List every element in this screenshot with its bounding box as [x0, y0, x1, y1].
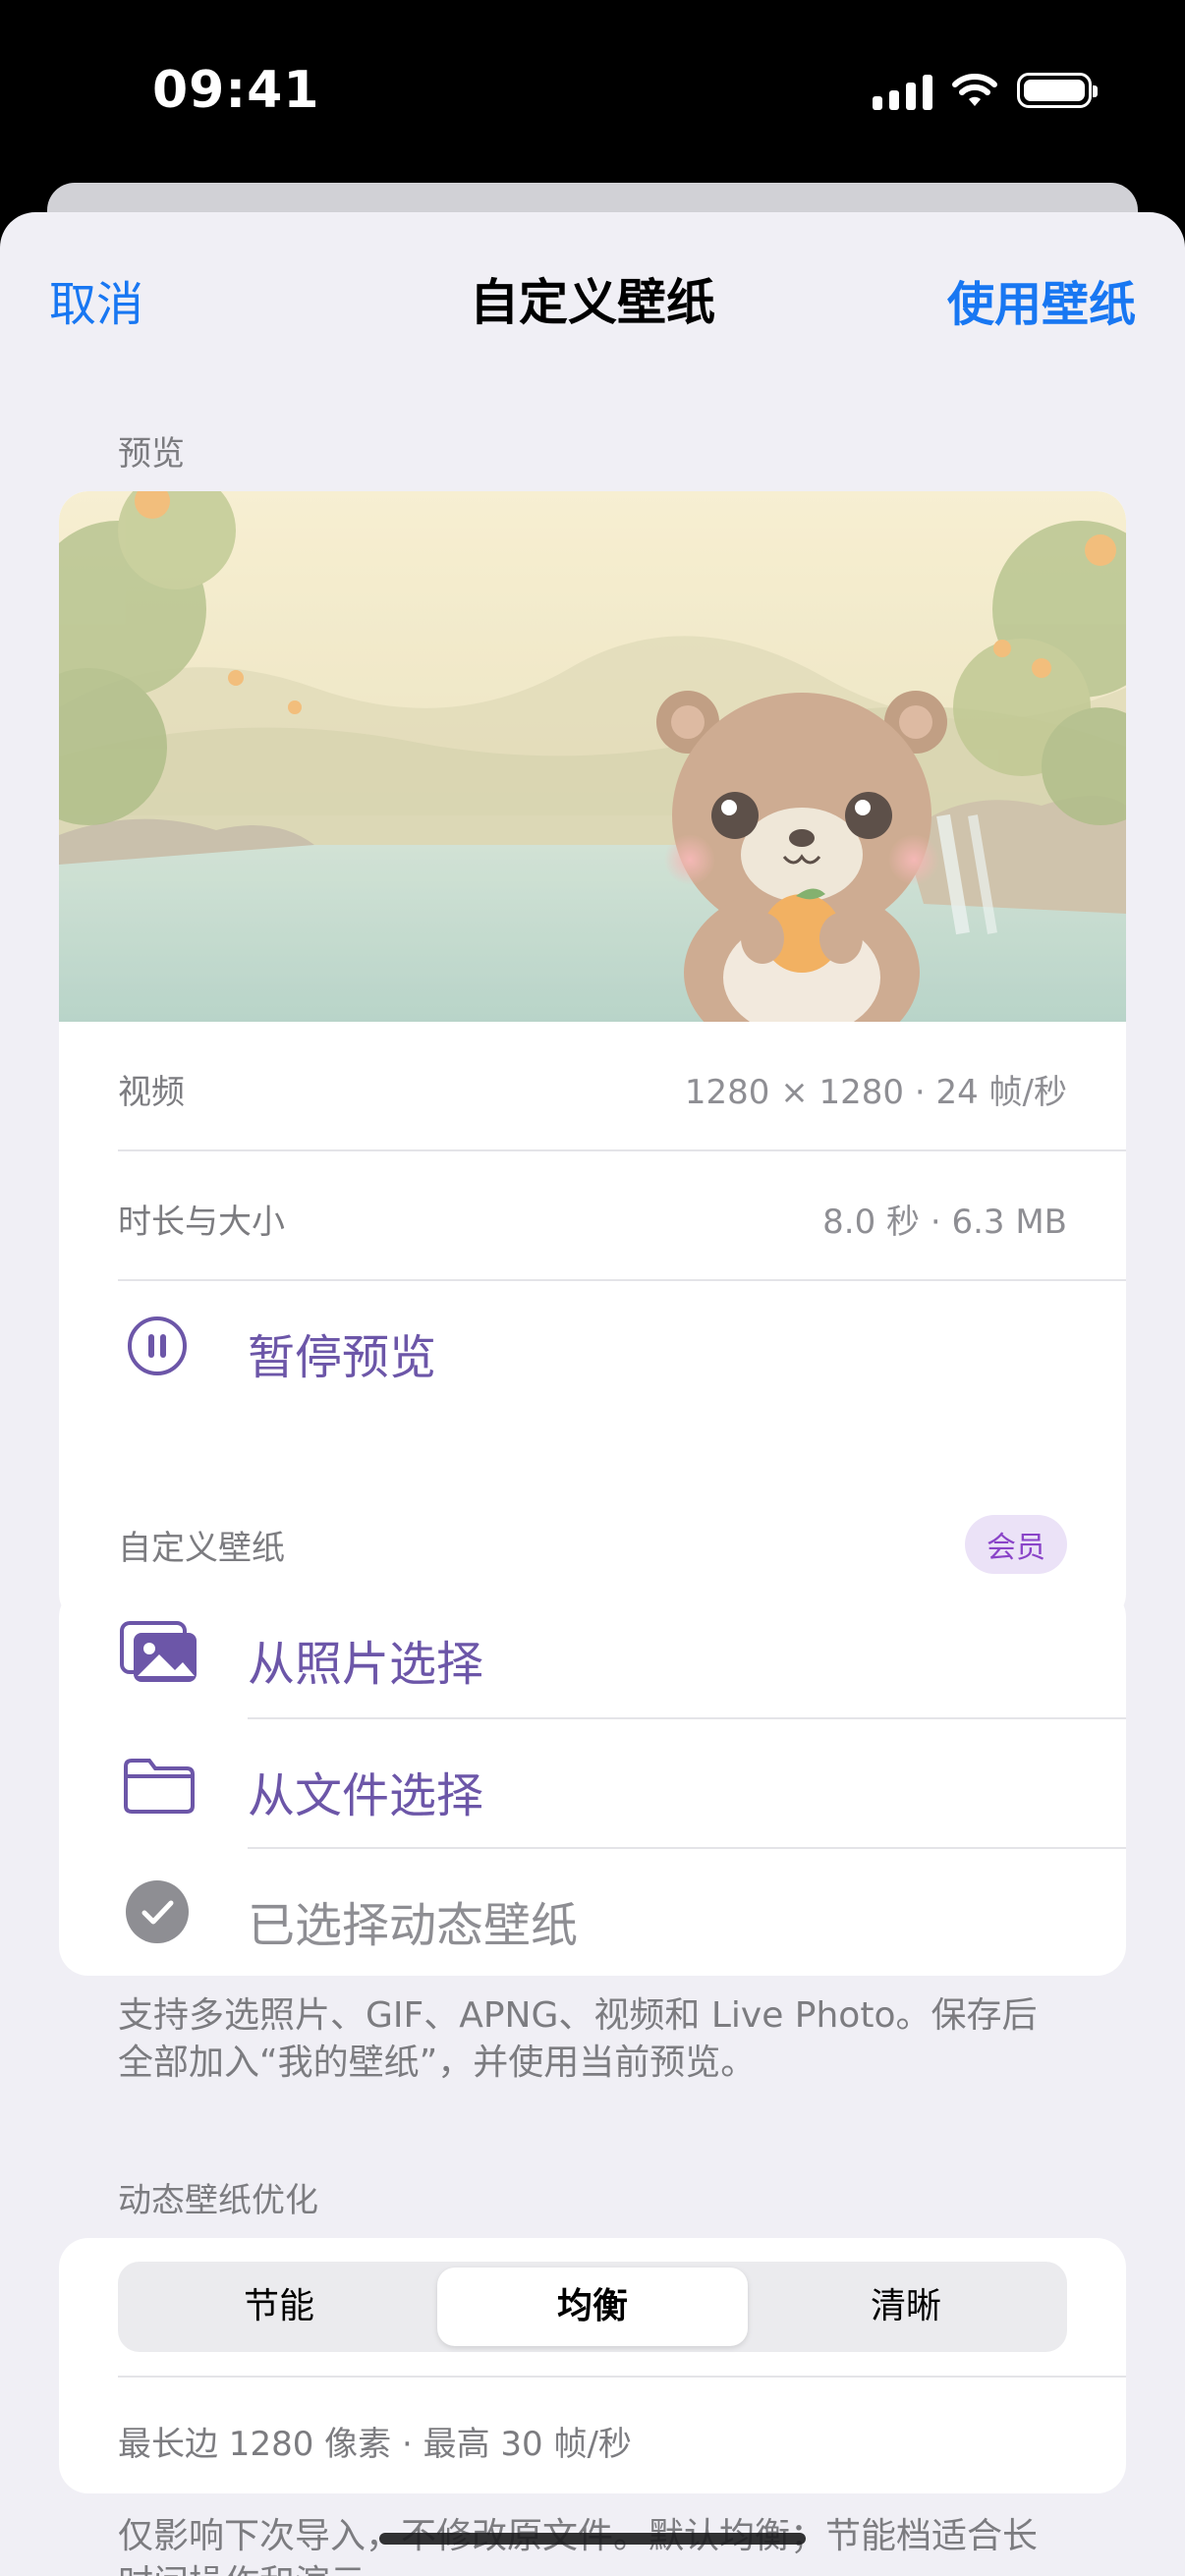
custom-wallpaper-sheet: 取消 自定义壁纸 使用壁纸 预览 视频 1280 × 1280 · 24 帧/秒… — [0, 212, 1185, 2576]
home-indicator — [379, 2533, 806, 2545]
optimize-card: 节能 均衡 清晰 最长边 1280 像素 · 最高 30 帧/秒 — [59, 2238, 1126, 2493]
status-icons — [873, 71, 1098, 110]
optimize-info: 最长边 1280 像素 · 最高 30 帧/秒 — [118, 2425, 632, 2464]
quality-segmented-control: 节能 均衡 清晰 — [118, 2262, 1067, 2352]
video-info-row: 视频 1280 × 1280 · 24 帧/秒 — [59, 1022, 1126, 1149]
preview-card: 视频 1280 × 1280 · 24 帧/秒 时长与大小 8.0 秒 · 6.… — [59, 491, 1126, 1623]
pause-preview-label: 暂停预览 — [248, 1330, 437, 1385]
photos-icon — [120, 1621, 197, 1682]
use-wallpaper-button[interactable]: 使用壁纸 — [947, 265, 1136, 334]
video-label: 视频 — [118, 1073, 185, 1112]
cellular-signal-icon — [873, 71, 932, 110]
selected-dynamic-wallpaper-row: 已选择动态壁纸 — [59, 1849, 1126, 1976]
choose-from-photos-label: 从照片选择 — [248, 1637, 484, 1692]
battery-icon — [1017, 73, 1098, 108]
choose-from-files-row[interactable]: 从文件选择 — [59, 1719, 1126, 1847]
pause-circle-icon — [128, 1316, 187, 1375]
checkmark-circle-icon — [126, 1880, 189, 1943]
duration-info-row: 时长与大小 8.0 秒 · 6.3 MB — [59, 1151, 1126, 1279]
custom-section-label: 自定义壁纸 — [118, 1529, 285, 1568]
duration-label: 时长与大小 — [118, 1203, 285, 1242]
divider — [118, 2376, 1126, 2378]
choose-from-photos-row[interactable]: 从照片选择 — [59, 1588, 1126, 1717]
preview-section-label: 预览 — [118, 434, 185, 474]
selected-dynamic-wallpaper-label: 已选择动态壁纸 — [248, 1898, 579, 1953]
status-time: 09:41 — [152, 61, 320, 120]
choose-from-files-label: 从文件选择 — [248, 1768, 484, 1823]
segment-balanced[interactable]: 均衡 — [437, 2268, 748, 2346]
member-badge: 会员 — [965, 1515, 1067, 1574]
wifi-icon — [952, 74, 997, 106]
duration-value: 8.0 秒 · 6.3 MB — [822, 1203, 1067, 1242]
status-bar: 09:41 — [0, 0, 1185, 187]
video-value: 1280 × 1280 · 24 帧/秒 — [684, 1073, 1067, 1112]
segment-power-saving[interactable]: 节能 — [124, 2268, 434, 2346]
optimize-section-label: 动态壁纸优化 — [118, 2181, 318, 2220]
pause-preview-row[interactable]: 暂停预览 — [59, 1281, 1126, 1409]
folder-icon — [124, 1759, 195, 1814]
custom-wallpaper-card: 从照片选择 从文件选择 已选择动态壁纸 — [59, 1588, 1126, 1976]
custom-section-footnote: 支持多选照片、GIF、APNG、视频和 Live Photo。保存后全部加入“我… — [118, 1995, 1038, 2083]
wallpaper-preview-image — [59, 491, 1126, 1022]
segment-clear[interactable]: 清晰 — [751, 2268, 1061, 2346]
optimize-section-footnote: 仅影响下次导入，不修改原文件。默认均衡；节能档适合长时间操作和演示。 — [118, 2513, 1061, 2576]
